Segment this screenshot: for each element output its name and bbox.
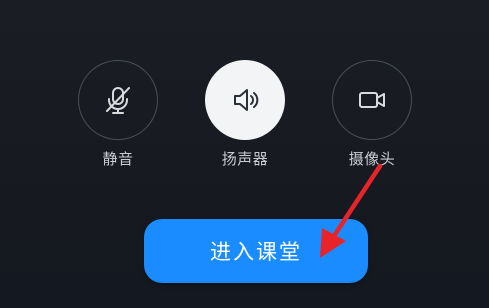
camera-toggle-button[interactable]: [332, 60, 412, 140]
speaker-label: 扬声器: [221, 150, 269, 168]
microphone-off-icon: [101, 83, 135, 117]
camera-label: 摄像头: [348, 150, 396, 168]
mute-toggle-button[interactable]: [78, 60, 158, 140]
speaker-toggle-button[interactable]: [205, 60, 285, 140]
call-setup-screen: 静音 扬声器 摄像头 进入课堂: [0, 0, 489, 308]
speaker-icon: [228, 83, 262, 117]
enter-classroom-button[interactable]: 进入课堂: [144, 219, 368, 283]
video-camera-icon: [355, 83, 389, 117]
mute-label: 静音: [102, 150, 134, 168]
